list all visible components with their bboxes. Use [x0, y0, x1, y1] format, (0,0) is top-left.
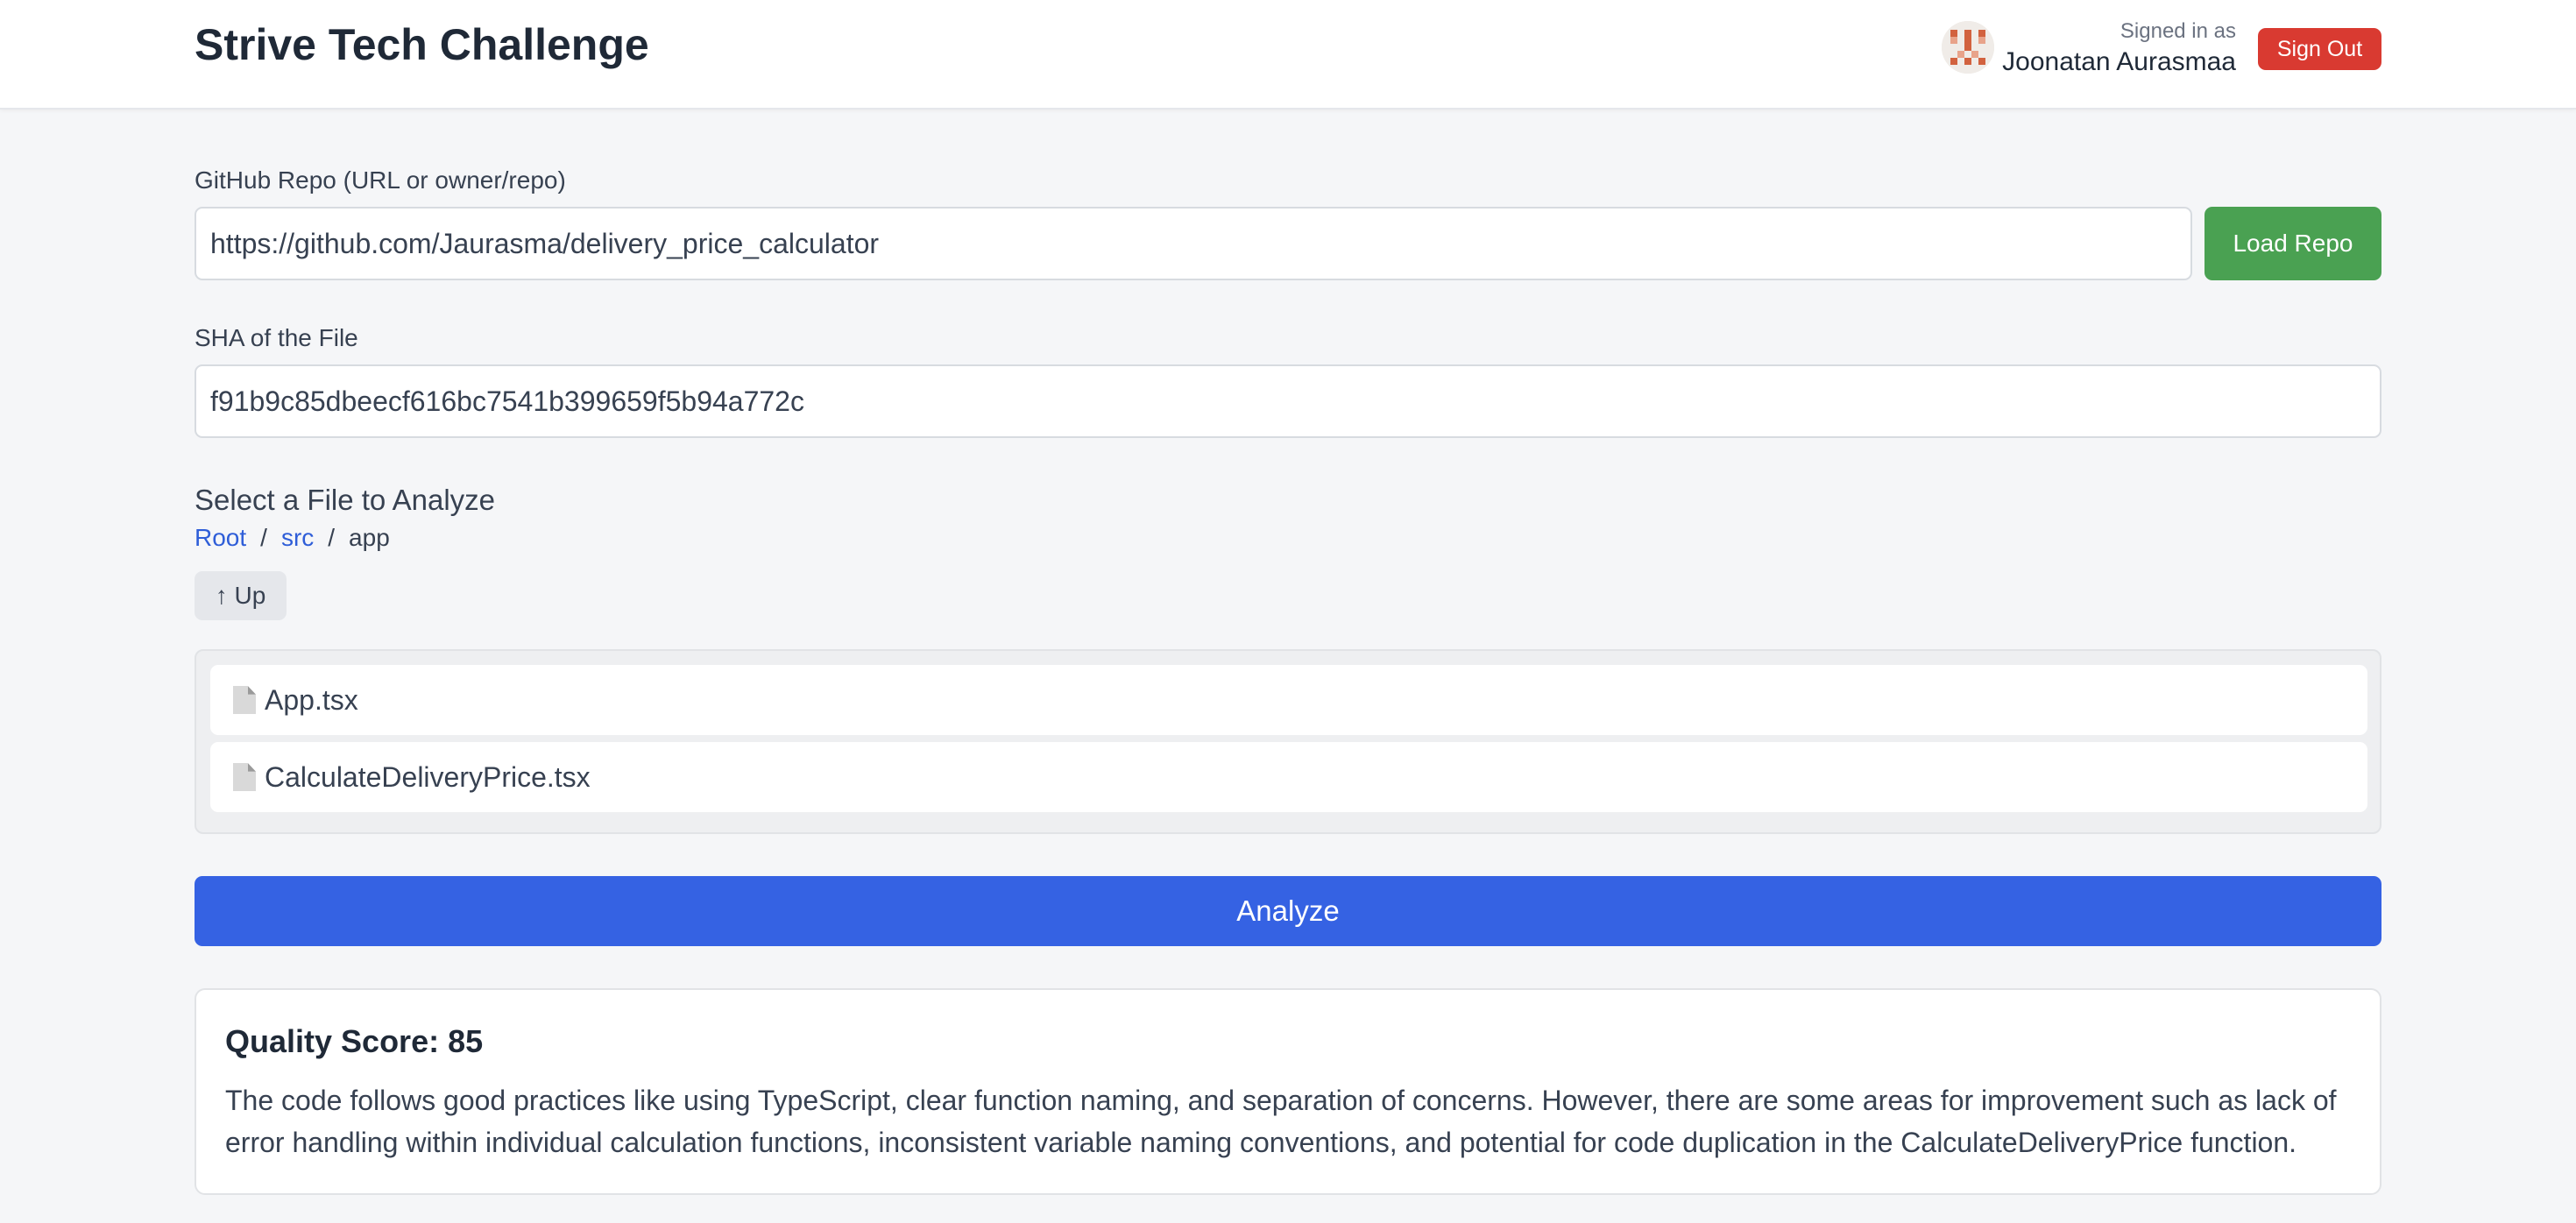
- load-repo-button[interactable]: Load Repo: [2204, 207, 2381, 280]
- repo-label: GitHub Repo (URL or owner/repo): [195, 166, 566, 194]
- analyze-button[interactable]: Analyze: [195, 876, 2381, 946]
- up-directory-button[interactable]: ↑ Up: [195, 571, 287, 620]
- result-card: Quality Score: 85 The code follows good …: [195, 988, 2381, 1195]
- file-name: CalculateDeliveryPrice.tsx: [265, 760, 591, 793]
- file-item-calculatedeliveryprice-tsx[interactable]: CalculateDeliveryPrice.tsx: [210, 742, 2367, 812]
- top-header: Strive Tech Challenge Signed in as Joona…: [0, 0, 2576, 110]
- sign-out-button[interactable]: Sign Out: [2258, 28, 2381, 70]
- breadcrumb-src-link[interactable]: src: [281, 524, 314, 552]
- breadcrumb-separator: /: [328, 524, 336, 551]
- breadcrumb: Root / src / app: [195, 524, 390, 552]
- repo-input[interactable]: https://github.com/Jaurasma/delivery_pri…: [195, 207, 2192, 280]
- file-icon: [233, 686, 256, 714]
- file-name: App.tsx: [265, 683, 358, 716]
- sha-label: SHA of the File: [195, 324, 358, 351]
- file-browser-title: Select a File to Analyze: [195, 484, 496, 516]
- signed-in-label: Signed in as: [2120, 19, 2236, 43]
- file-icon: [233, 763, 256, 791]
- quality-score-title: Quality Score: 85: [225, 1023, 484, 1059]
- app-title: Strive Tech Challenge: [195, 20, 649, 69]
- breadcrumb-current: app: [349, 524, 390, 551]
- quality-description: The code follows good practices like usi…: [225, 1085, 2337, 1158]
- breadcrumb-root-link[interactable]: Root: [195, 524, 246, 552]
- user-avatar-icon[interactable]: [1942, 21, 1994, 74]
- breadcrumb-separator: /: [260, 524, 267, 551]
- file-item-app-tsx[interactable]: App.tsx: [210, 665, 2367, 735]
- sha-input[interactable]: f91b9c85dbeecf616bc7541b399659f5b94a772c: [195, 364, 2381, 438]
- file-list: App.tsx CalculateDeliveryPrice.tsx: [195, 649, 2381, 834]
- user-name: Joonatan Aurasmaa: [2002, 47, 2236, 76]
